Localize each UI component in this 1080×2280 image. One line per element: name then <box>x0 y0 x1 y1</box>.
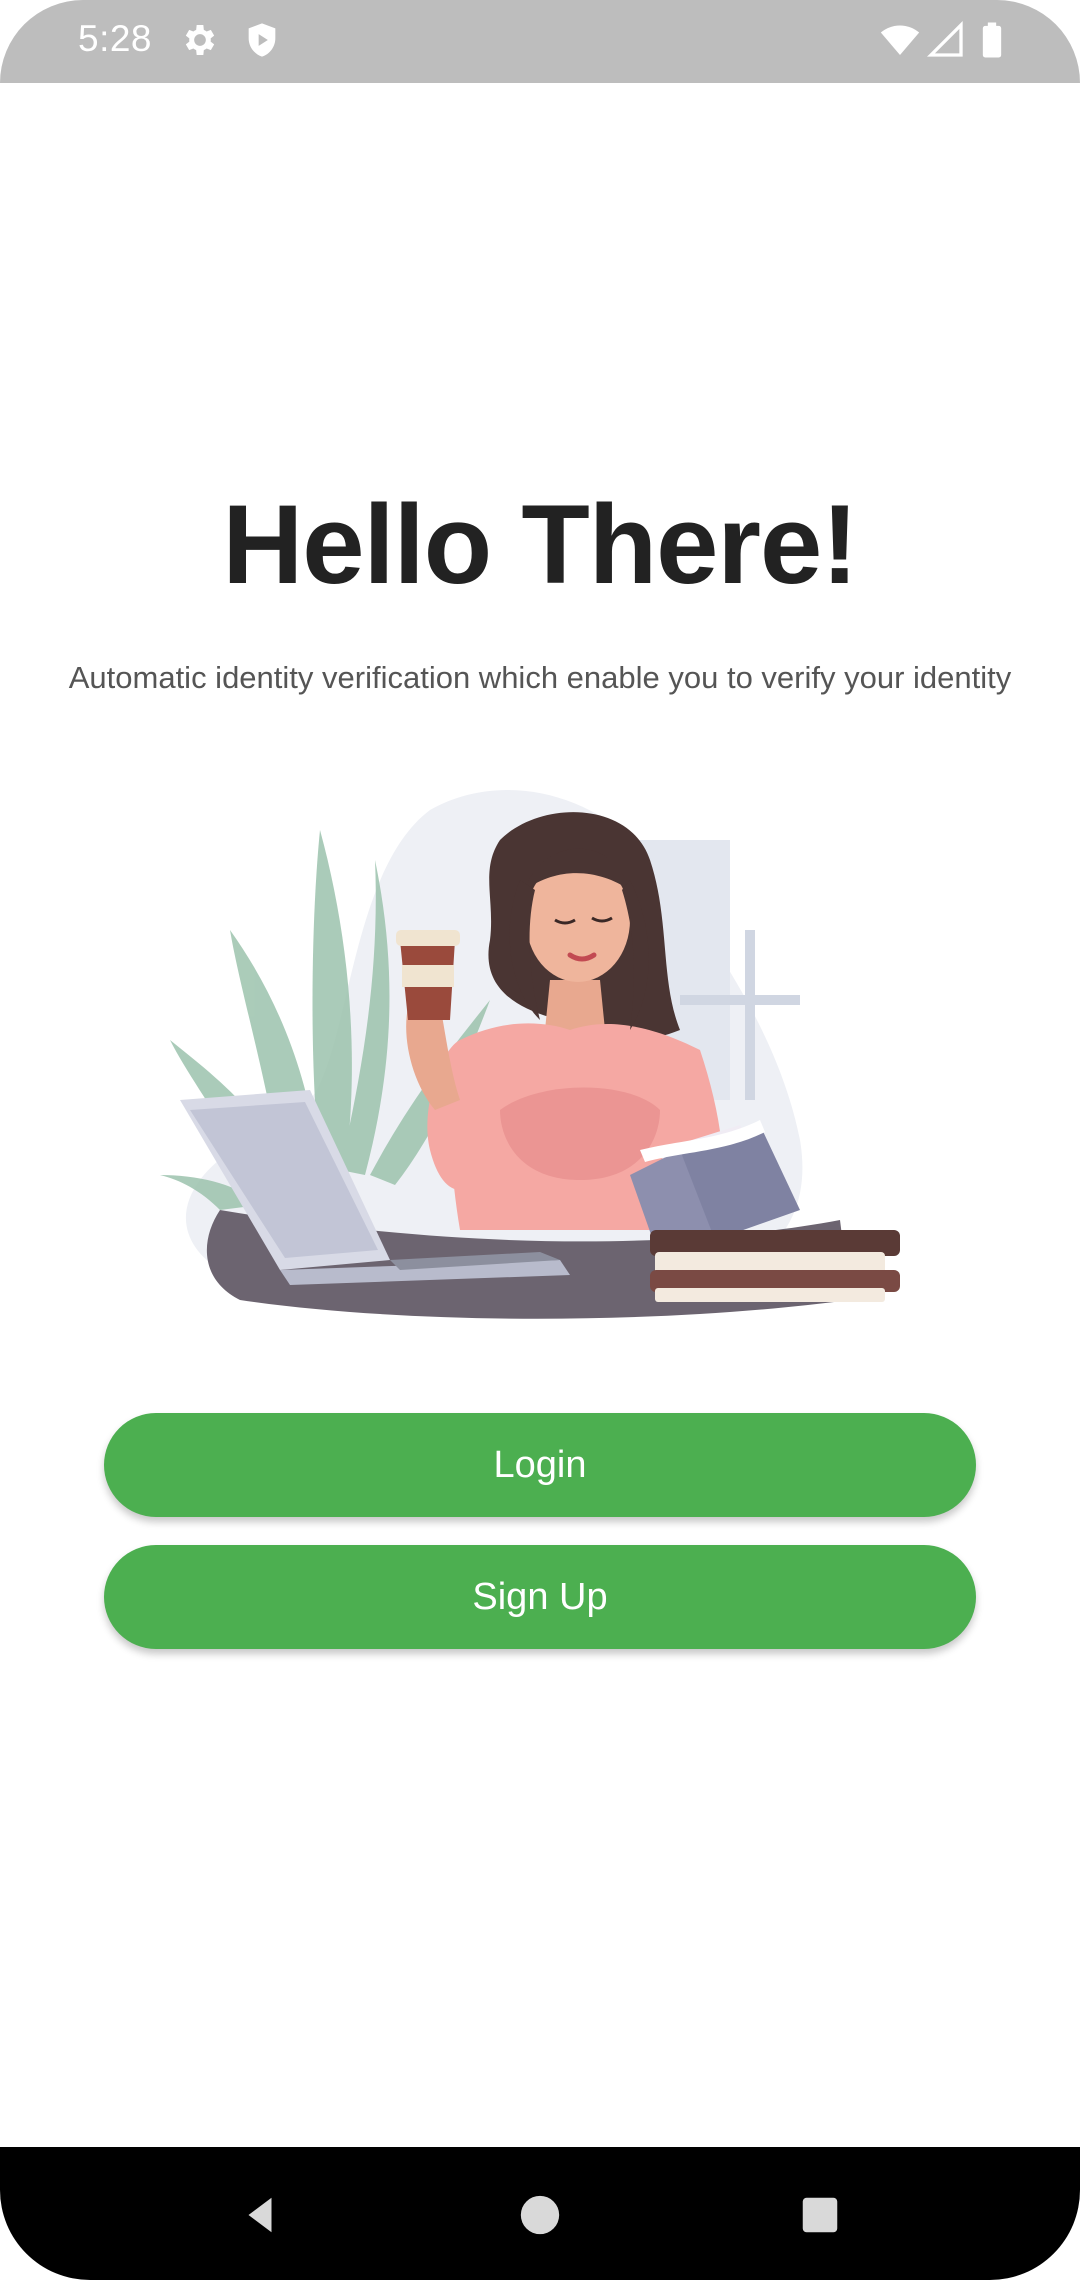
login-button[interactable]: Login <box>104 1413 976 1517</box>
cell-signal-icon <box>926 20 963 57</box>
home-icon[interactable] <box>517 2192 563 2238</box>
status-bar: 5:28 <box>0 0 1080 83</box>
shield-play-icon <box>248 23 276 57</box>
sign-up-button[interactable]: Sign Up <box>104 1545 976 1649</box>
back-icon[interactable] <box>237 2192 283 2238</box>
status-time: 5:28 <box>78 18 153 59</box>
settings-icon <box>185 25 215 55</box>
page-title: Hello There! <box>222 482 858 607</box>
wifi-icon <box>880 25 920 55</box>
page-subtitle: Automatic identity verification which en… <box>68 660 1012 695</box>
recents-icon[interactable] <box>797 2192 843 2238</box>
woman-reading-illustration <box>160 790 900 1319</box>
battery-icon <box>982 22 1002 58</box>
app-screen: 5:28 Hello There! Automatic identity ver… <box>0 0 1080 2280</box>
